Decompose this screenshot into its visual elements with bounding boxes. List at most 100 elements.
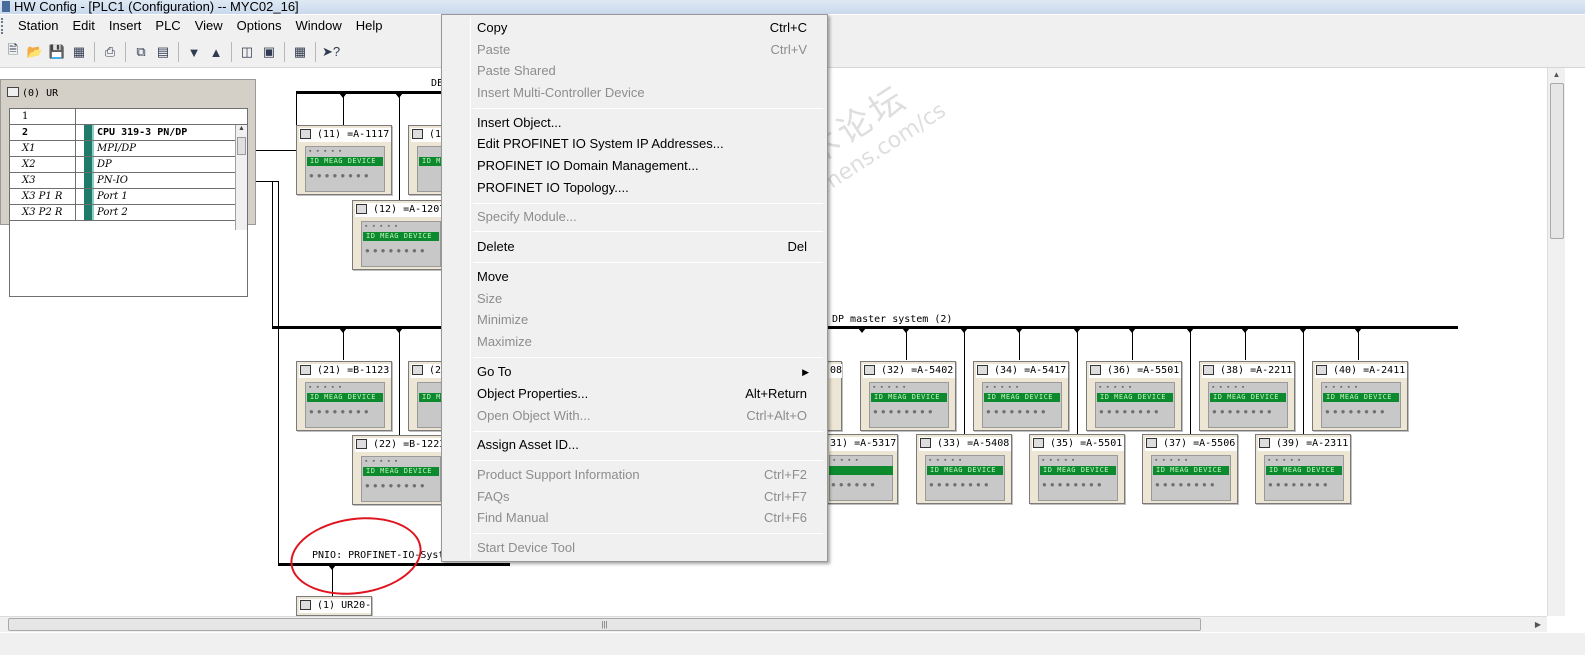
dp-slave-device[interactable]: (22) =B-1223 ▪▪▪▪▪ ID MEAG DEVICE ●●●●●●●…: [352, 435, 444, 505]
menu-item-insert-object[interactable]: Insert Object...: [477, 113, 817, 133]
menu-item-faqs[interactable]: FAQs Ctrl+F7: [477, 487, 817, 507]
dp-slave-device[interactable]: (12) =A-1207 ▪▪▪▪▪ ID MEAG DEVICE ●●●●●●●…: [352, 200, 444, 270]
pnio-device[interactable]: (1) UR20-: [296, 596, 372, 616]
device-title: (38) =A-2211-: [1202, 364, 1294, 378]
network-icon[interactable]: ▣: [258, 41, 280, 63]
menu-item-insert-multi-controller[interactable]: Insert Multi-Controller Device: [477, 83, 817, 103]
menu-separator: [473, 533, 823, 534]
menu-item-paste-shared[interactable]: Paste Shared: [477, 61, 817, 81]
rack-row[interactable]: 1: [10, 109, 247, 125]
menu-item-product-support[interactable]: Product Support Information Ctrl+F2: [477, 465, 817, 485]
terminal-row: ●●●●●●●●: [986, 407, 1049, 416]
rack-row[interactable]: X3 P1 R Port 1: [10, 189, 247, 205]
menu-view[interactable]: View: [188, 16, 230, 36]
device-label: ID MEAG DEVICE: [307, 157, 383, 166]
menu-item-label: Find Manual: [477, 510, 549, 525]
menu-options[interactable]: Options: [230, 16, 289, 36]
dp-slave-device[interactable]: (13 ID MEAG DEVICE: [408, 125, 445, 195]
vertical-scrollbar[interactable]: ▲: [1547, 68, 1565, 616]
led-row: ▪▪▪▪▪: [873, 384, 911, 391]
dp-master-system-2-bus[interactable]: [272, 326, 442, 329]
menu-shortcut: Ctrl+C: [769, 20, 807, 35]
scroll-thumb[interactable]: |||: [8, 618, 1201, 631]
paste-icon[interactable]: ▤: [152, 41, 174, 63]
menu-item-paste[interactable]: Paste Ctrl+V: [477, 40, 817, 60]
rack-row[interactable]: X3 P2 R Port 2: [10, 205, 247, 221]
scroll-up-icon[interactable]: ▲: [236, 125, 247, 132]
dp-slave-device[interactable]: (35) =A-5501. ▪▪▪▪▪ ID MEAG DEVICE ●●●●●●…: [1029, 434, 1125, 504]
dp-slave-device[interactable]: (21) =B-1123- ▪▪▪▪▪ ID MEAG DEVICE ●●●●●●…: [296, 361, 392, 431]
dp-slave-device[interactable]: (39) =A-2311- ▪▪▪▪▪ ID MEAG DEVICE ●●●●●●…: [1255, 434, 1351, 504]
led-row: ▪▪▪▪▪: [309, 384, 347, 391]
device-title: (33) =A-5408-: [919, 437, 1011, 451]
menubar-grip[interactable]: [1, 18, 7, 34]
rack-row[interactable]: 2 CPU 319-3 PN/DP: [10, 125, 247, 141]
open-icon[interactable]: 📂: [24, 41, 46, 63]
dp-slave-device[interactable]: (11) =A-1117- ▪▪▪▪▪ ID MEAG DEVICE ●●●●●●…: [296, 125, 392, 195]
dp-slave-device[interactable]: (32) =A-5402- ▪▪▪▪▪ ID MEAG DEVICE ●●●●●●…: [860, 361, 956, 431]
device-icon: [300, 600, 311, 610]
save-icon[interactable]: 💾: [46, 41, 68, 63]
toolbar-separator: [315, 42, 316, 62]
catalog-icon[interactable]: ◫: [236, 41, 258, 63]
menu-window[interactable]: Window: [288, 16, 348, 36]
menu-item-profinet-topology[interactable]: PROFINET IO Topology....: [477, 178, 817, 198]
menu-item-domain-management[interactable]: PROFINET IO Domain Management...: [477, 156, 817, 176]
device-label: ID MEAG DEVICE: [1097, 393, 1173, 402]
menu-item-start-device-tool[interactable]: Start Device Tool: [477, 538, 817, 558]
device-title: (40) =A-2411-: [1315, 364, 1407, 378]
menu-item-maximize[interactable]: Maximize: [477, 332, 817, 352]
menu-item-specify-module[interactable]: Specify Module...: [477, 207, 817, 227]
menu-item-edit-ip-addresses[interactable]: Edit PROFINET IO System IP Addresses...: [477, 134, 817, 154]
new-icon[interactable]: 🗎: [2, 41, 24, 63]
device-icon: [300, 365, 311, 375]
rack-scrollbar[interactable]: ▲: [235, 125, 247, 230]
download-icon[interactable]: ▼: [183, 41, 205, 63]
menu-help[interactable]: Help: [349, 16, 390, 36]
menu-edit[interactable]: Edit: [65, 16, 101, 36]
rack-row[interactable]: X1 MPI/DP: [10, 141, 247, 157]
menu-item-minimize[interactable]: Minimize: [477, 310, 817, 330]
menu-separator: [473, 460, 823, 461]
scroll-right-icon[interactable]: ▶: [1535, 617, 1541, 633]
menu-insert[interactable]: Insert: [102, 16, 149, 36]
dp-slave-device[interactable]: (34) =A-5417- ▪▪▪▪▪ ID MEAG DEVICE ●●●●●●…: [973, 361, 1069, 431]
configure-icon[interactable]: ▦: [289, 41, 311, 63]
menu-item-assign-asset-id[interactable]: Assign Asset ID...: [477, 435, 817, 455]
rack-row[interactable]: X2 DP: [10, 157, 247, 173]
menu-item-object-properties[interactable]: Object Properties... Alt+Return: [477, 384, 817, 404]
menu-item-size[interactable]: Size: [477, 289, 817, 309]
dp-slave-device[interactable]: (38) =A-2211- ▪▪▪▪▪ ID MEAG DEVICE ●●●●●●…: [1199, 361, 1295, 431]
menu-item-delete[interactable]: Delete Del: [477, 237, 817, 257]
menu-item-find-manual[interactable]: Find Manual Ctrl+F6: [477, 508, 817, 528]
menu-item-open-object-with[interactable]: Open Object With... Ctrl+Alt+O: [477, 406, 817, 426]
scroll-thumb[interactable]: [237, 137, 246, 155]
menu-item-move[interactable]: Move: [477, 267, 817, 287]
device-icon: [864, 365, 875, 375]
dp-slave-device[interactable]: (33) =A-5408- ▪▪▪▪▪ ID MEAG DEVICE ●●●●●●…: [916, 434, 1012, 504]
print-icon[interactable]: ⎙: [99, 41, 121, 63]
dp-slave-device[interactable]: (36) =A-5501. ▪▪▪▪▪ ID MEAG DEVICE ●●●●●●…: [1086, 361, 1182, 431]
scroll-up-icon[interactable]: ▲: [1548, 68, 1565, 82]
save-compile-icon[interactable]: ▦: [68, 41, 90, 63]
menu-plc[interactable]: PLC: [148, 16, 187, 36]
rack-row[interactable]: X3 PN-IO: [10, 173, 247, 189]
dp-slave-device[interactable]: 08-: [826, 361, 842, 431]
dp-master-system-1-bus[interactable]: [296, 91, 446, 94]
copy-icon[interactable]: ⧉: [130, 41, 152, 63]
menu-item-copy[interactable]: Copy Ctrl+C: [477, 18, 817, 38]
rack-window[interactable]: (0) UR 1 2 CPU 319-3 PN/DP X1 MPI/DP X2 …: [0, 79, 256, 297]
dp-slave-device[interactable]: (40) =A-2411- ▪▪▪▪▪ ID MEAG DEVICE ●●●●●●…: [1312, 361, 1408, 431]
dp-slave-device[interactable]: (37) =A-5506- ▪▪▪▪▪ ID MEAG DEVICE ●●●●●●…: [1142, 434, 1238, 504]
menu-station[interactable]: Station: [11, 16, 65, 36]
bus-drop: [858, 328, 866, 333]
help-icon[interactable]: ➤?: [320, 41, 342, 63]
dp-slave-device[interactable]: (23 ID MEAG DEVICE: [408, 361, 445, 431]
dp-master-system-2-bus[interactable]: [828, 326, 1458, 329]
menu-item-go-to[interactable]: Go To ▶: [477, 362, 817, 382]
scroll-thumb[interactable]: [1550, 83, 1564, 239]
dp-slave-device[interactable]: 31) =A-5317- ▪▪▪▪ ●●●●●●: [826, 434, 898, 504]
upload-icon[interactable]: ▲: [205, 41, 227, 63]
device-label: ID MEAG DEVICE: [984, 393, 1060, 402]
horizontal-scrollbar[interactable]: ||| ▶: [0, 616, 1547, 632]
